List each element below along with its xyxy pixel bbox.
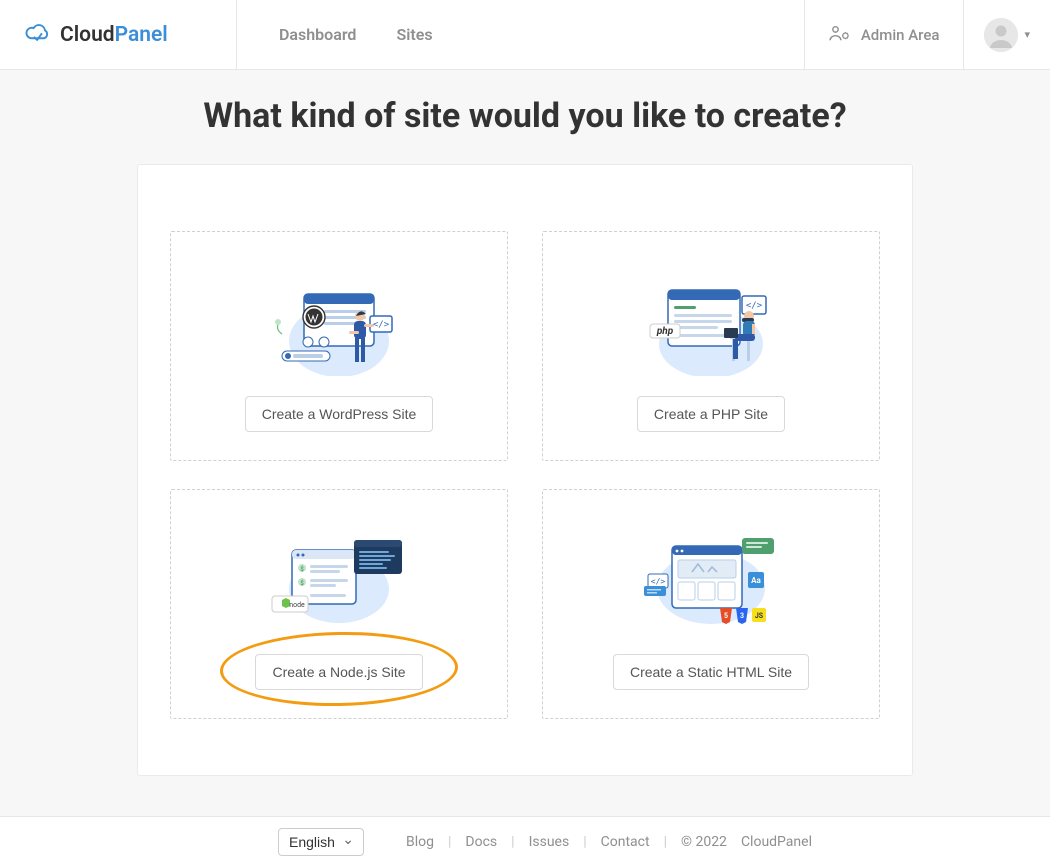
svg-text:</>: </> (373, 320, 390, 330)
create-wordpress-button[interactable]: Create a WordPress Site (245, 396, 434, 432)
footer-contact[interactable]: Contact (601, 834, 650, 850)
logo[interactable]: CloudPanel (0, 0, 237, 69)
nav-dashboard[interactable]: Dashboard (279, 25, 356, 44)
create-php-button[interactable]: Create a PHP Site (637, 396, 785, 432)
card-php: </> php Create a PHP Site (542, 231, 880, 461)
language-select-wrap: English (278, 828, 364, 856)
svg-text:node: node (289, 601, 305, 609)
separator: | (511, 834, 514, 850)
user-menu[interactable]: ▾ (964, 0, 1050, 69)
cloud-icon (24, 19, 52, 51)
footer-issues[interactable]: Issues (529, 834, 570, 850)
separator: | (664, 834, 667, 850)
svg-text:</>: </> (746, 301, 763, 311)
chevron-down-icon: ▾ (1024, 28, 1030, 41)
users-gear-icon (829, 24, 851, 46)
main-nav: Dashboard Sites (237, 0, 804, 69)
separator: | (583, 834, 586, 850)
illustration-static: </> Aa 5 3 JS (543, 490, 879, 654)
logo-text: CloudPanel (60, 23, 168, 47)
footer-blog[interactable]: Blog (406, 834, 434, 850)
svg-text:3: 3 (740, 612, 744, 620)
footer-docs[interactable]: Docs (465, 834, 497, 850)
topbar: CloudPanel Dashboard Sites Admin Area ▾ (0, 0, 1050, 70)
illustration-nodejs: $ $ (171, 490, 507, 654)
svg-text:JS: JS (755, 612, 764, 620)
footer: English Blog | Docs | Issues | Contact |… (0, 816, 1050, 866)
svg-text:5: 5 (724, 612, 728, 620)
create-static-button[interactable]: Create a Static HTML Site (613, 654, 809, 690)
avatar-icon (984, 18, 1018, 52)
product-name: CloudPanel (741, 834, 812, 850)
content: What kind of site would you like to crea… (0, 70, 1050, 806)
illustration-php: </> php (543, 232, 879, 396)
site-type-grid: </> Create a (137, 164, 913, 776)
svg-text:Aa: Aa (751, 576, 761, 585)
svg-text:</>: </> (651, 577, 666, 586)
admin-area-label: Admin Area (861, 26, 940, 44)
create-nodejs-button[interactable]: Create a Node.js Site (255, 654, 422, 690)
card-nodejs: $ $ (170, 489, 508, 719)
copyright: © 2022 (681, 834, 727, 850)
admin-area-link[interactable]: Admin Area (804, 0, 965, 69)
card-wordpress: </> Create a (170, 231, 508, 461)
illustration-wordpress: </> (171, 232, 507, 396)
card-static: </> Aa 5 3 JS Create a Static HTML Site (542, 489, 880, 719)
svg-text:php: php (656, 326, 674, 337)
page-title: What kind of site would you like to crea… (0, 70, 1050, 164)
separator: | (448, 834, 451, 850)
nav-sites[interactable]: Sites (396, 25, 432, 44)
language-select[interactable]: English (278, 828, 364, 856)
